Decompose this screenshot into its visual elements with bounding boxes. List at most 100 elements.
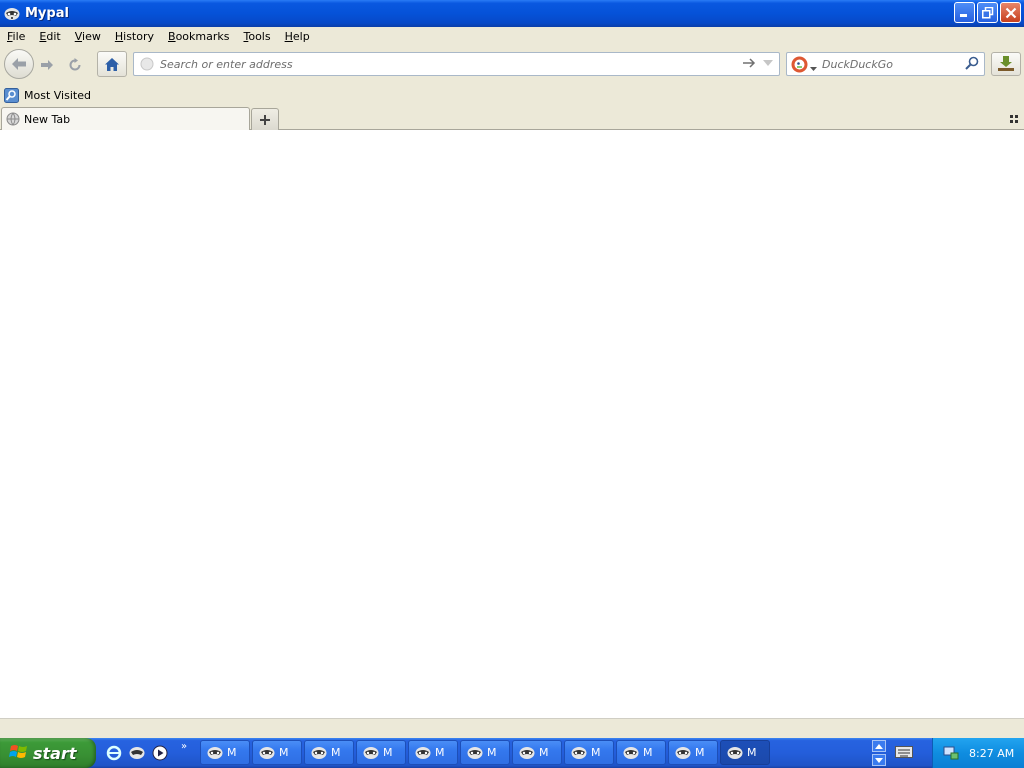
menu-help-access-key: H [284,30,293,43]
restore-icon [981,6,993,18]
back-arrow-icon [12,58,26,70]
taskbar-button[interactable]: M [512,740,562,765]
menu-tools[interactable]: Tools [236,30,277,43]
tab-label: New Tab [24,112,71,126]
close-icon [1005,7,1016,18]
menu-edit[interactable]: Edit [32,30,67,43]
menu-view[interactable]: View [68,30,108,43]
address-bar[interactable] [133,52,780,76]
search-bar[interactable] [786,52,985,76]
forward-arrow-icon [41,59,53,70]
reload-icon [69,57,81,70]
tab-new-tab[interactable]: New Tab [1,107,250,130]
taskbar-button[interactable]: M [252,740,302,765]
downloads-button[interactable] [991,52,1021,76]
taskbar-button[interactable]: M [200,740,250,765]
bookmark-most-visited[interactable]: Most Visited [4,87,91,103]
home-button[interactable] [97,51,127,77]
menu-edit-label: dit [46,30,61,43]
taskbar-scroll-up-icon[interactable] [872,740,886,752]
search-icon[interactable] [965,56,979,73]
home-icon [105,57,119,71]
list-all-tabs-icon[interactable] [1009,113,1019,127]
mypal-task-icon [623,746,639,759]
menu-bookmarks[interactable]: Bookmarks [161,30,236,43]
mypal-task-icon [467,746,483,759]
page-content-area[interactable] [0,130,1024,718]
reload-button[interactable] [62,54,88,75]
taskbar-scroll-down-icon[interactable] [872,754,886,766]
taskbar-button[interactable]: M [616,740,666,765]
menu-history-label: istory [123,30,155,43]
close-button[interactable] [1000,2,1021,23]
taskbar-button-label: M [383,746,393,759]
ie-quicklaunch-icon[interactable] [104,743,124,763]
taskbar-button-label: M [695,746,705,759]
menu-history-access-key: H [114,30,124,43]
mypal-task-icon [415,746,431,759]
tab-favicon-globe-icon [6,112,20,126]
plus-icon [260,114,270,125]
taskbar-button-label: M [747,746,757,759]
navigation-toolbar [0,46,1024,82]
taskbar-scroll [872,740,886,766]
taskbar-button[interactable]: M [564,740,614,765]
taskbar-button[interactable]: M [304,740,354,765]
menu-view-access-key: V [74,30,83,43]
page-identity-icon[interactable] [140,57,154,74]
taskbar-button-label: M [539,746,549,759]
bookmarks-toolbar: Most Visited [0,84,1024,106]
menu-tools-label: ools [248,30,271,43]
forward-button[interactable] [34,54,60,75]
duckduckgo-engine-icon[interactable] [791,56,808,76]
mypal-task-icon [519,746,535,759]
taskbar-button[interactable]: M [356,740,406,765]
taskbar-button-label: M [643,746,653,759]
taskbar-button-label: M [279,746,289,759]
window-controls [954,2,1021,23]
taskbar-button[interactable]: M [720,740,770,765]
restore-button[interactable] [977,2,998,23]
history-dropdown-icon[interactable] [762,57,774,72]
quick-launch [104,743,170,763]
windows-flag-icon [9,743,29,764]
taskbar-button[interactable]: M [668,740,718,765]
menu-help[interactable]: Help [278,30,317,43]
taskbar-buttons: MMMMMMMMMMM [200,740,770,765]
menu-bookmarks-access-key: B [168,30,176,43]
taskbar-button[interactable]: M [408,740,458,765]
menu-history[interactable]: History [108,30,161,43]
system-tray: 8:27 AM [932,738,1024,768]
download-icon [998,56,1014,71]
tab-strip: New Tab [0,106,1024,130]
taskbar-button-label: M [227,746,237,759]
menu-bookmarks-label: ookmarks [175,30,230,43]
search-input[interactable] [822,56,962,72]
quicklaunch-chevron-icon[interactable]: » [181,741,187,752]
mypal-task-icon [571,746,587,759]
new-tab-button[interactable] [251,108,279,130]
start-button[interactable]: start [0,738,96,768]
mypal-quicklaunch-icon[interactable] [127,743,147,763]
menu-file-label: ile [12,30,26,43]
mypal-task-icon [363,746,379,759]
network-tray-icon[interactable] [943,744,959,763]
mypal-task-icon [259,746,275,759]
taskbar-button[interactable]: M [460,740,510,765]
taskbar-button-label: M [435,746,445,759]
engine-dropdown-icon[interactable] [810,61,817,75]
title-bar: Mypal [0,0,1024,27]
clock[interactable]: 8:27 AM [969,747,1014,760]
keyboard-language-icon[interactable] [895,745,913,762]
menu-file[interactable]: File [0,30,32,43]
taskbar-button-label: M [331,746,341,759]
status-bar [0,718,1024,738]
address-input[interactable] [160,56,730,72]
back-button[interactable] [4,49,34,79]
minimize-button[interactable] [954,2,975,23]
mypal-task-icon [311,746,327,759]
mypal-app-icon [4,6,20,22]
taskbar-button-label: M [487,746,497,759]
media-player-quicklaunch-icon[interactable] [150,743,170,763]
go-arrow-icon[interactable] [742,57,756,72]
